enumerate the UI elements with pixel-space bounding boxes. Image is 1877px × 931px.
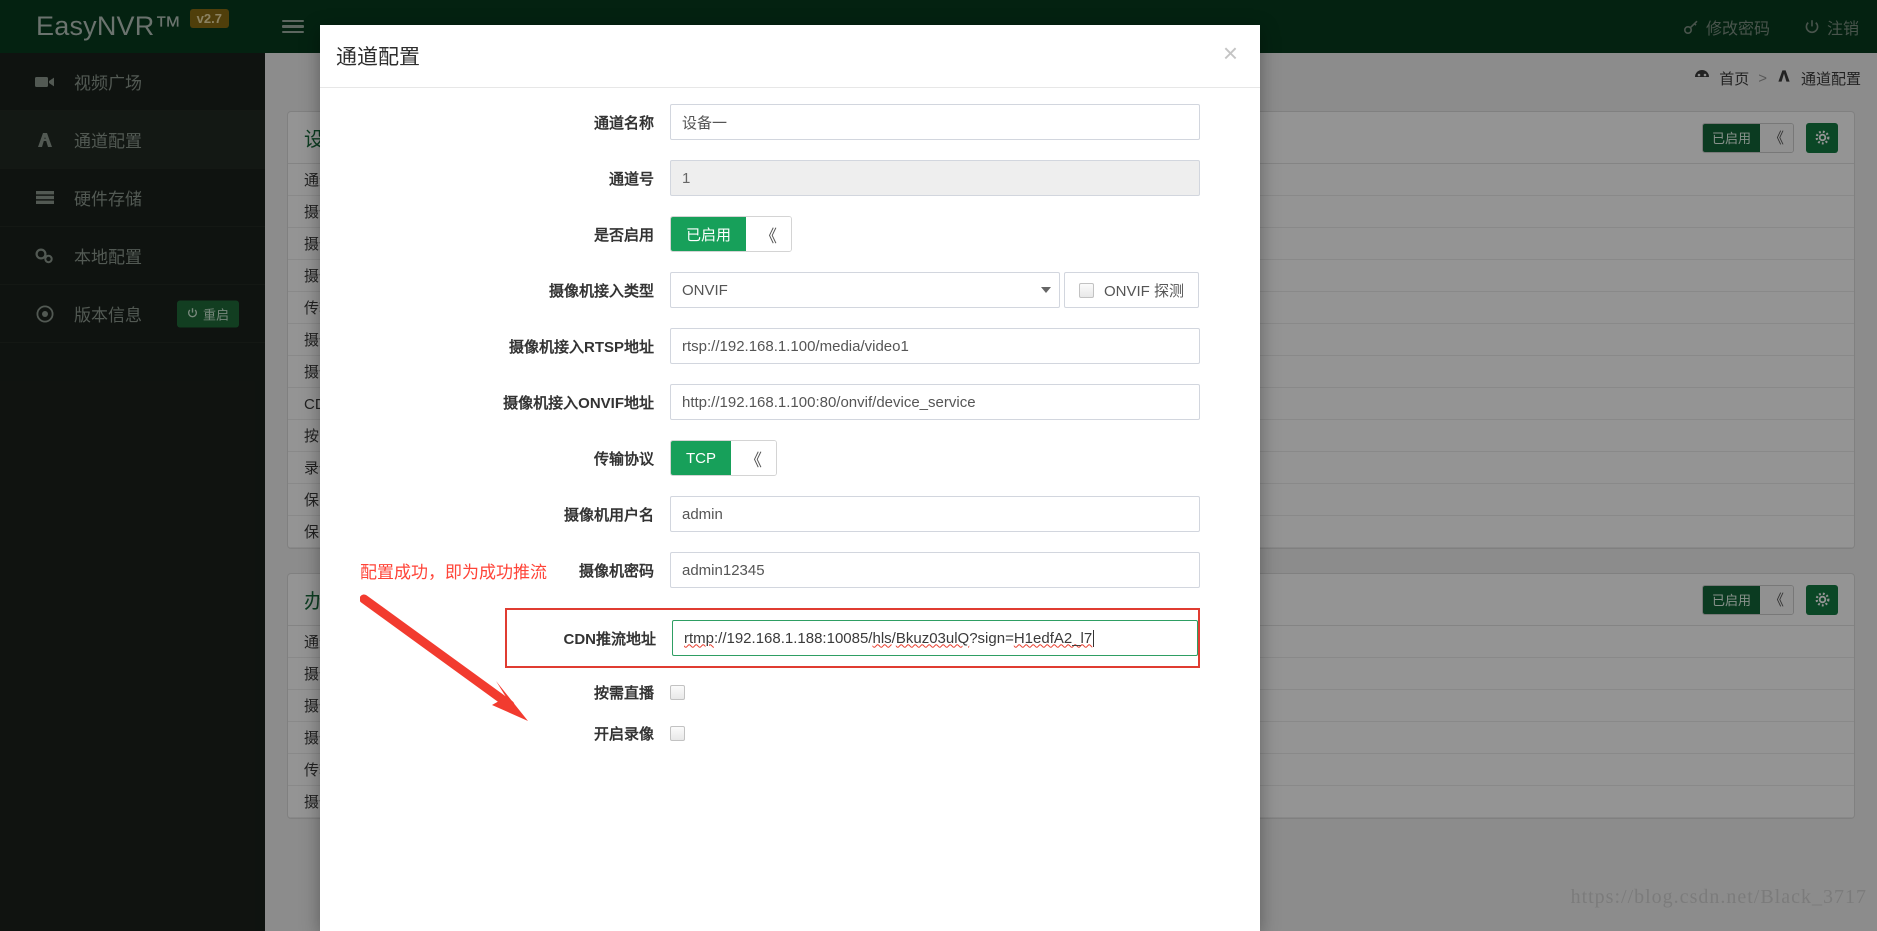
access-type-label: 摄像机接入类型 <box>548 282 654 300</box>
modal-title: 通道配置 <box>336 46 420 69</box>
access-type-select[interactable]: ONVIF <box>670 272 1060 308</box>
modal-header: 通道配置 × <box>320 25 1260 88</box>
access-type-select-wrap: ONVIF <box>670 272 1060 308</box>
checkbox-box <box>1079 282 1094 298</box>
channel-name-input[interactable] <box>670 104 1200 140</box>
field-row-rtsp-url: 摄像机接入RTSP地址 <box>320 328 1260 364</box>
cdn-url-scheme: rtmp <box>684 629 714 647</box>
protocol-toggle-arrow: 《 <box>731 441 776 475</box>
protocol-toggle[interactable]: TCP 《 <box>670 440 777 476</box>
rtsp-url-label: 摄像机接入RTSP地址 <box>508 338 654 356</box>
close-icon[interactable]: × <box>1219 40 1242 72</box>
on-demand-label: 按需直播 <box>593 685 654 702</box>
onvif-url-label: 摄像机接入ONVIF地址 <box>503 394 654 412</box>
onvif-probe-checkbox[interactable]: ONVIF 探测 <box>1064 272 1200 308</box>
annotation-text: 配置成功，即为成功推流 <box>360 563 547 582</box>
field-row-channel-name: 通道名称 <box>320 104 1260 140</box>
enabled-toggle-arrow: 《 <box>746 217 792 251</box>
cdn-url-query: ?sign= <box>969 629 1014 647</box>
field-row-access-type: 摄像机接入类型 ONVIF ONVIF 探测 <box>320 272 1260 308</box>
cdn-url-host: ://192.168.1.188:10085/ <box>714 629 873 647</box>
rtsp-url-input[interactable] <box>670 328 1200 364</box>
recording-checkbox[interactable] <box>670 726 685 741</box>
onvif-url-input[interactable] <box>670 384 1200 420</box>
field-row-cdn-url: CDN推流地址 rtmp://192.168.1.188:10085/hls / B… <box>505 608 1200 668</box>
username-input[interactable] <box>670 496 1200 532</box>
cdn-url-input[interactable]: rtmp://192.168.1.188:10085/hls / Bkuz03ulQ… <box>672 620 1198 656</box>
screen-root: EasyNVR™ v2.7 修改密码 注销 视频广场 通道配置 硬件存储 本地配… <box>0 0 1877 931</box>
channel-no-input <box>670 160 1200 196</box>
text-cursor <box>1093 629 1095 647</box>
field-row-username: 摄像机用户名 <box>320 496 1260 532</box>
protocol-label: 传输协议 <box>593 450 654 468</box>
cdn-url-label: CDN推流地址 <box>563 630 657 648</box>
username-label: 摄像机用户名 <box>563 506 654 524</box>
enabled-toggle-state: 已启用 <box>671 217 747 251</box>
field-row-on-demand: 按需直播 <box>320 682 1260 703</box>
protocol-toggle-state: TCP <box>671 441 731 475</box>
channel-name-label: 通道名称 <box>593 114 654 132</box>
cdn-url-path-hls: hls <box>872 629 892 647</box>
channel-config-modal: 通道配置 × 通道名称 通道号 是否启用 <box>320 25 1260 931</box>
channel-no-label: 通道号 <box>608 170 654 188</box>
field-row-enabled: 是否启用 已启用 《 <box>320 216 1260 252</box>
password-input[interactable] <box>670 552 1200 588</box>
field-row-channel-no: 通道号 <box>320 160 1260 196</box>
field-row-protocol: 传输协议 TCP 《 <box>320 440 1260 476</box>
enabled-label: 是否启用 <box>593 226 654 244</box>
enabled-toggle[interactable]: 已启用 《 <box>670 216 793 252</box>
cdn-url-stream-id: Bkuz03ulQ <box>895 629 970 647</box>
cdn-url-sign: H1edfA2_l7 <box>1013 629 1093 647</box>
field-row-recording: 开启录像 <box>320 723 1260 744</box>
recording-label: 开启录像 <box>593 726 654 743</box>
field-row-onvif-url: 摄像机接入ONVIF地址 <box>320 384 1260 420</box>
modal-body: 通道名称 通道号 是否启用 已启用 《 <box>320 88 1260 744</box>
onvif-probe-label: ONVIF 探测 <box>1104 282 1185 300</box>
on-demand-checkbox[interactable] <box>670 685 685 700</box>
